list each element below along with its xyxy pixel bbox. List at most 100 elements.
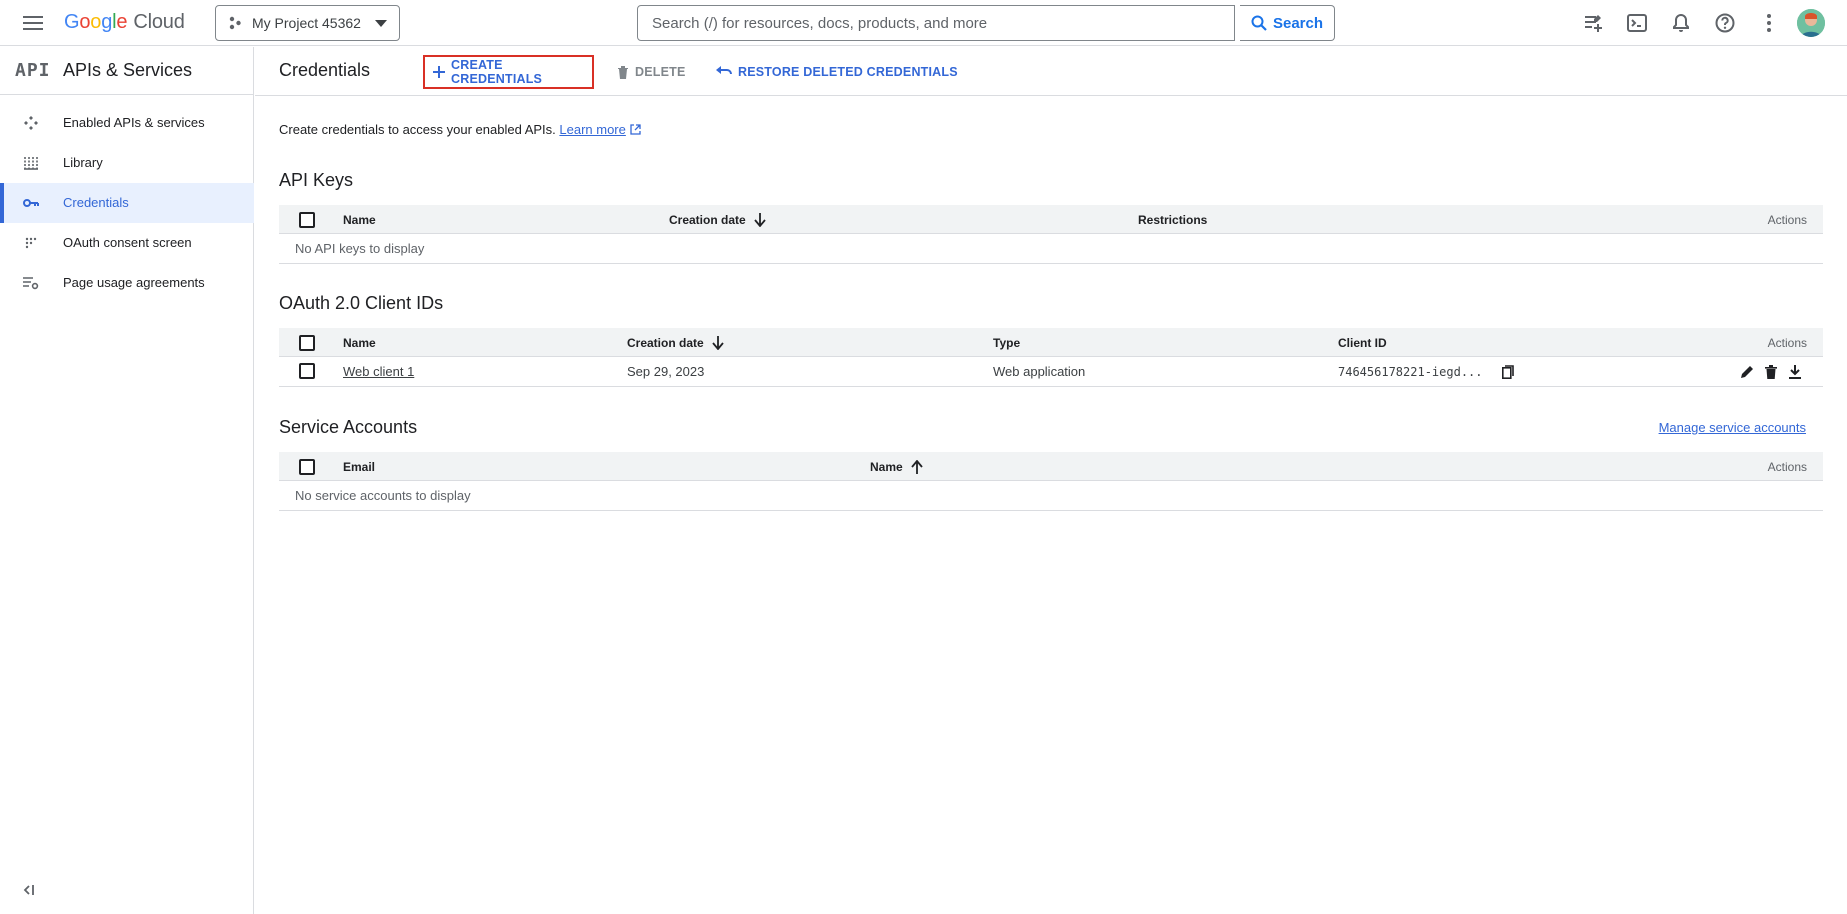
sidebar-item-label: Page usage agreements [63, 275, 205, 290]
select-all-checkbox[interactable] [299, 459, 315, 475]
client-type: Web application [993, 364, 1086, 379]
project-icon [228, 16, 242, 30]
hamburger-menu-icon[interactable] [18, 11, 48, 35]
column-restrictions: Restrictions [1138, 213, 1208, 227]
table-row: Web client 1 Sep 29, 2023 Web applicatio… [279, 357, 1823, 387]
learn-more-link[interactable]: Learn more [559, 122, 625, 137]
copy-icon[interactable] [1499, 363, 1517, 381]
trash-icon [617, 65, 629, 79]
column-type: Type [993, 336, 1021, 350]
client-id: 746456178221-iegd... [1338, 365, 1483, 379]
table-header: Name Creation date Type Client ID Action… [279, 328, 1823, 357]
key-icon [22, 195, 40, 211]
table-header: Email Name Actions [279, 452, 1823, 481]
column-creation-date-label: Creation date [669, 213, 746, 227]
manage-service-accounts-link[interactable]: Manage service accounts [1659, 420, 1806, 435]
create-credentials-label: CREATE CREDENTIALS [451, 58, 543, 86]
client-name-link[interactable]: Web client 1 [343, 364, 414, 379]
top-bar: Go o g l e Cloud My Project 45362 Search [0, 0, 1847, 46]
sidebar-item-enabled-apis[interactable]: Enabled APIs & services [0, 103, 254, 143]
arrow-up-icon [910, 460, 923, 474]
search-input[interactable] [652, 14, 1212, 32]
logo-suffix: Cloud [133, 11, 185, 33]
library-icon [22, 155, 40, 171]
sidebar-item-label: Library [63, 155, 103, 170]
column-actions: Actions [1767, 336, 1807, 350]
select-all-checkbox[interactable] [299, 212, 315, 228]
plus-icon [433, 66, 445, 78]
page-title: Credentials [279, 60, 371, 80]
column-name[interactable]: Name [343, 213, 376, 227]
column-client-id: Client ID [1338, 336, 1387, 350]
logo-letter: o [79, 11, 91, 33]
column-name[interactable]: Name [870, 460, 923, 474]
help-icon[interactable] [1713, 11, 1737, 35]
avatar[interactable] [1797, 9, 1825, 37]
settings-list-icon [22, 275, 40, 291]
empty-row: No service accounts to display [279, 481, 1823, 511]
enabled-apis-icon [22, 115, 40, 131]
column-creation-date[interactable]: Creation date [669, 213, 766, 227]
search-button-label: Search [1272, 14, 1324, 32]
search-button[interactable]: Search [1240, 5, 1335, 41]
google-cloud-logo[interactable]: Go o g l e Cloud [64, 11, 185, 34]
sidebar-title: APIs & Services [63, 60, 193, 80]
terminal-icon[interactable] [1625, 11, 1649, 35]
sidebar-item-label: Enabled APIs & services [63, 115, 205, 130]
download-icon[interactable] [1786, 363, 1804, 381]
logo-letter: g [101, 11, 113, 33]
table-header: Name Creation date Restrictions Actions [279, 205, 1823, 234]
sidebar-header: API APIs & Services [0, 47, 254, 95]
column-name[interactable]: Name [343, 336, 376, 350]
select-all-checkbox[interactable] [299, 335, 315, 351]
sidebar: API APIs & Services Enabled APIs & servi… [0, 47, 254, 914]
trash-icon[interactable] [1762, 363, 1780, 381]
main-header: Credentials CREATE CREDENTIALS DELETE RE… [255, 47, 1847, 96]
arrow-down-icon [711, 336, 724, 350]
search-icon [1251, 15, 1267, 31]
logo-letter: G [64, 11, 80, 33]
external-link-icon [629, 124, 641, 135]
sidebar-item-label: OAuth consent screen [63, 235, 192, 250]
empty-row: No API keys to display [279, 234, 1823, 264]
api-keys-title: API Keys [279, 170, 354, 190]
restore-deleted-button[interactable]: RESTORE DELETED CREDENTIALS [716, 55, 958, 89]
project-picker[interactable]: My Project 45362 [215, 5, 400, 41]
empty-message: No service accounts to display [295, 488, 471, 503]
arrow-down-icon [753, 213, 766, 227]
sidebar-item-credentials[interactable]: Credentials [0, 183, 254, 223]
collapse-sidebar-icon[interactable] [22, 883, 42, 903]
sidebar-item-label: Credentials [63, 195, 129, 210]
restore-label: RESTORE DELETED CREDENTIALS [738, 65, 958, 79]
column-actions: Actions [1767, 213, 1807, 227]
empty-message: No API keys to display [295, 241, 425, 256]
create-credentials-button[interactable]: CREATE CREDENTIALS [423, 55, 594, 89]
column-creation-date[interactable]: Creation date [627, 336, 724, 350]
row-checkbox[interactable] [299, 363, 315, 379]
delete-label: DELETE [635, 65, 686, 79]
column-email[interactable]: Email [343, 460, 375, 474]
service-accounts-title: Service Accounts [279, 417, 418, 437]
logo-letter: o [90, 11, 102, 33]
sidebar-item-oauth-consent[interactable]: OAuth consent screen [0, 223, 254, 263]
delete-button[interactable]: DELETE [617, 55, 686, 89]
column-creation-date-label: Creation date [627, 336, 704, 350]
chevron-down-icon [375, 20, 387, 27]
edit-icon[interactable] [1738, 363, 1756, 381]
oauth-icon [22, 235, 40, 251]
bell-icon[interactable] [1669, 11, 1693, 35]
sidebar-item-library[interactable]: Library [0, 143, 254, 183]
more-vert-icon[interactable] [1757, 11, 1781, 35]
undo-icon [716, 66, 732, 78]
project-name: My Project 45362 [252, 15, 361, 31]
notes-icon[interactable] [1581, 11, 1605, 35]
column-actions: Actions [1767, 460, 1807, 474]
api-logo: API [15, 60, 51, 81]
intro-message: Create credentials to access your enable… [279, 122, 556, 137]
sidebar-item-page-usage[interactable]: Page usage agreements [0, 263, 254, 303]
search-box [637, 5, 1235, 41]
column-name-label: Name [870, 460, 903, 474]
intro-text: Create credentials to access your enable… [279, 122, 641, 137]
oauth-title: OAuth 2.0 Client IDs [279, 293, 444, 313]
logo-letter: e [116, 11, 128, 33]
